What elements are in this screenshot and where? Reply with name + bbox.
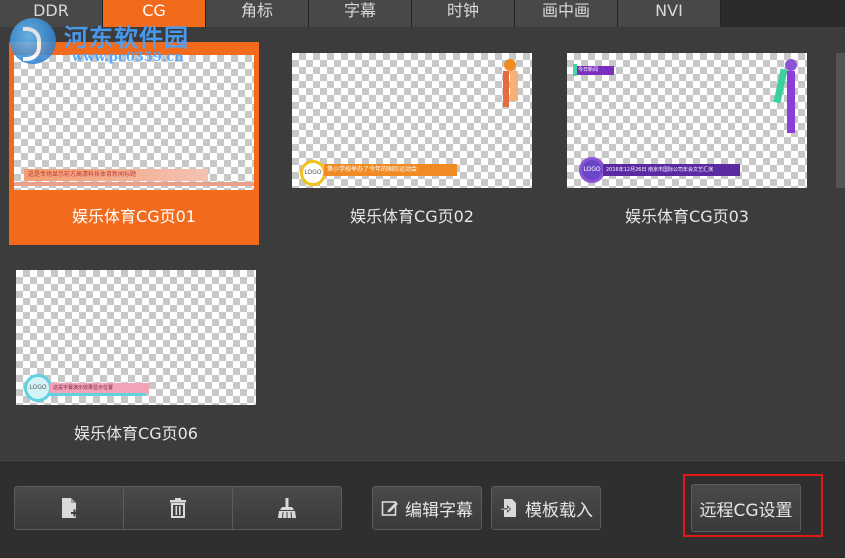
thumb-logo-icon: LOGO bbox=[24, 374, 52, 402]
watermark-title: 河东软件园 bbox=[64, 23, 189, 52]
tab-corner-badge[interactable]: 角标 bbox=[206, 0, 309, 27]
new-template-button[interactable] bbox=[14, 486, 124, 530]
thumb-top-tag: 今日新闻 bbox=[575, 66, 614, 75]
tab-subtitle[interactable]: 字幕 bbox=[309, 0, 412, 27]
watermark-url: www.pc0359.cn bbox=[72, 50, 184, 65]
thumb-underline bbox=[50, 393, 146, 396]
new-file-icon bbox=[62, 498, 78, 518]
thumb-caption-bar: 2016年12月26日 南京市国际公司年会文艺汇演 bbox=[603, 164, 740, 176]
trash-icon bbox=[170, 498, 186, 518]
thumb-caption-bar: 这是字幕演示效果显示位置 bbox=[50, 383, 149, 393]
template-name: 娱乐体育CG页06 bbox=[74, 424, 198, 443]
thumb-underline bbox=[14, 182, 254, 186]
template-name: 娱乐体育CG页03 bbox=[625, 207, 749, 226]
broom-icon bbox=[278, 498, 296, 519]
thumb-caption-bar: 第小学校举办了今年的国际运动会 bbox=[324, 164, 457, 176]
template-tile-01[interactable]: 这是专场显示前方高清科技体育新闻标题 娱乐体育CG页01 bbox=[9, 42, 259, 245]
template-tile-03[interactable]: 今日新闻 LOGO 2016年12月26日 南京市国际公司年会文艺汇演 娱乐体育… bbox=[562, 42, 812, 245]
template-grid: 这是专场显示前方高清科技体育新闻标题 娱乐体育CG页01 LOGO 第小学校举办… bbox=[0, 27, 845, 462]
template-thumbnail: 这是专场显示前方高清科技体育新闻标题 bbox=[14, 55, 254, 190]
template-name: 娱乐体育CG页01 bbox=[72, 207, 196, 226]
template-thumbnail: LOGO 这是字幕演示效果显示位置 bbox=[16, 270, 256, 405]
edit-subtitle-label: 编辑字幕 bbox=[405, 500, 473, 521]
thumb-vertical-bar bbox=[787, 71, 795, 133]
template-tile-02[interactable]: LOGO 第小学校举办了今年的国际运动会 娱乐体育CG页02 bbox=[287, 42, 537, 245]
tab-clock[interactable]: 时钟 bbox=[412, 0, 515, 27]
thumb-vertical-bar bbox=[503, 71, 509, 107]
template-name: 娱乐体育CG页02 bbox=[350, 207, 474, 226]
tab-picture-in-picture[interactable]: 画中画 bbox=[515, 0, 618, 27]
delete-template-button[interactable] bbox=[123, 486, 233, 530]
thumb-accent bbox=[573, 64, 577, 76]
load-template-button[interactable]: 模板载入 bbox=[491, 486, 601, 530]
load-template-label: 模板载入 bbox=[525, 500, 593, 521]
template-tile-partial[interactable] bbox=[836, 53, 845, 188]
import-icon bbox=[500, 499, 516, 517]
template-tile-06[interactable]: LOGO 这是字幕演示效果显示位置 娱乐体育CG页06 bbox=[11, 261, 261, 464]
template-thumbnail: 今日新闻 LOGO 2016年12月26日 南京市国际公司年会文艺汇演 bbox=[567, 53, 807, 188]
edit-subtitle-button[interactable]: 编辑字幕 bbox=[372, 486, 482, 530]
annotation-highlight-box bbox=[683, 474, 823, 537]
thumb-vertical-bar bbox=[773, 68, 788, 104]
thumb-caption-bar: 这是专场显示前方高清科技体育新闻标题 bbox=[24, 169, 208, 181]
thumb-dot bbox=[504, 59, 516, 71]
template-thumbnail: LOGO 第小学校举办了今年的国际运动会 bbox=[292, 53, 532, 188]
tab-nvi[interactable]: NVI bbox=[618, 0, 721, 27]
watermark-logo-icon bbox=[10, 18, 56, 64]
thumb-logo-icon: LOGO bbox=[579, 157, 605, 183]
thumb-logo-icon: LOGO bbox=[300, 160, 326, 186]
thumb-vertical-bar bbox=[510, 71, 518, 101]
clear-templates-button[interactable] bbox=[232, 486, 342, 530]
edit-icon bbox=[381, 501, 398, 516]
watermark: 河东软件园 www.pc0359.cn bbox=[6, 14, 206, 70]
